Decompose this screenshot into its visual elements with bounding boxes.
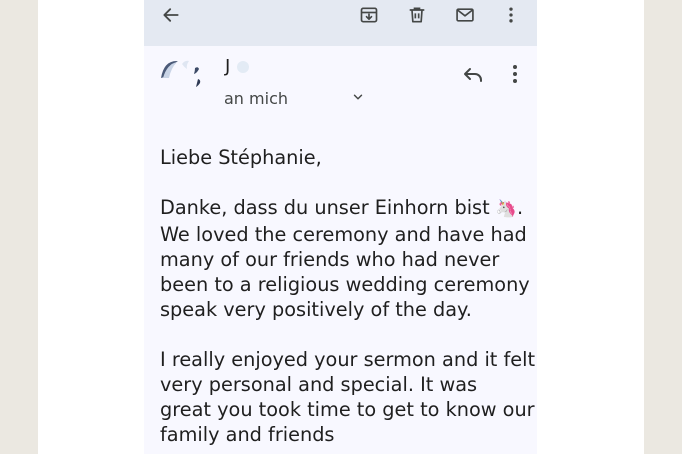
paragraph-1-line: many of our friends who had never <box>160 248 500 271</box>
paragraph-1-line: Danke, dass du unser Einhorn bist 🦄. <box>160 195 532 222</box>
paper-margin-right <box>537 0 644 454</box>
mark-unread-button[interactable] <box>452 2 478 28</box>
greeting: Liebe Stéphanie, <box>160 146 322 169</box>
archive-button[interactable] <box>356 2 382 28</box>
unicorn-emoji: 🦄 <box>495 199 517 219</box>
background-left <box>0 0 38 454</box>
paragraph-1-line: We loved the ceremony and have had <box>160 223 527 246</box>
recipient-label[interactable]: an mich <box>224 89 288 108</box>
paragraph-1-line-1: Danke, dass du unser Einhorn bist <box>160 196 490 219</box>
paragraph-2-line-obscured <box>160 447 532 454</box>
sender-name-blur <box>237 61 249 73</box>
reply-icon <box>464 68 482 82</box>
paragraph-1-line-1-end: . <box>516 196 524 219</box>
paragraph-2-line: family and friends <box>160 423 335 446</box>
paragraph-2-line: very personal and special. It was <box>160 373 478 396</box>
back-button[interactable] <box>158 2 184 28</box>
email-view: J an mich Liebe Stéphanie, Danke, dass d… <box>144 0 537 454</box>
paragraph-1-line: speak very positively of the day. <box>160 298 472 321</box>
avatar[interactable] <box>158 56 202 92</box>
sender-name[interactable]: J <box>225 56 230 77</box>
paragraph-1-line: been to a religious wedding ceremony <box>160 273 530 296</box>
message-body: Liebe Stéphanie, Danke, dass du unser Ei… <box>160 145 536 454</box>
trash-icon <box>409 7 425 23</box>
delete-button[interactable] <box>404 2 430 28</box>
background-right <box>644 0 682 454</box>
paragraph-2-line: great you took time to get to know our <box>160 398 535 421</box>
message-more-button[interactable] <box>502 62 528 86</box>
paragraph-2-line: I really enjoyed your sermon and it felt <box>160 348 536 371</box>
more-vertical-icon <box>513 65 517 83</box>
paragraph-2: I really enjoyed your sermon and it felt… <box>160 347 536 454</box>
top-toolbar <box>144 0 537 46</box>
arrow-left-icon <box>163 8 179 22</box>
mail-icon <box>456 8 474 22</box>
more-vertical-icon <box>509 7 513 23</box>
paragraph-1: Danke, dass du unser Einhorn bist 🦄. We … <box>160 195 532 322</box>
archive-icon <box>360 7 378 23</box>
reply-button[interactable] <box>460 62 486 86</box>
toolbar-more-button[interactable] <box>498 2 524 28</box>
chevron-down-icon[interactable] <box>351 90 365 104</box>
paper-margin-left <box>38 0 144 454</box>
